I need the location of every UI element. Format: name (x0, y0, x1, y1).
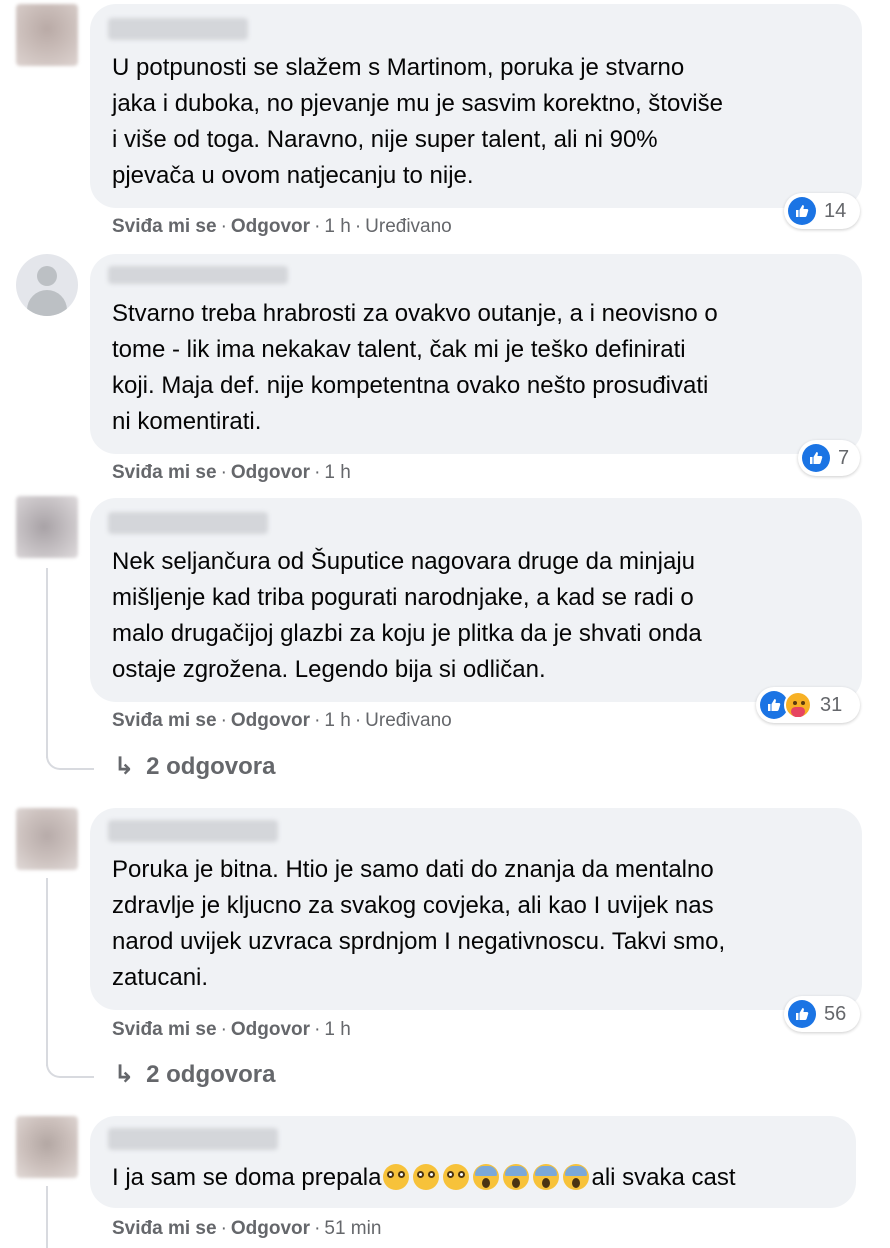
care-icon (784, 691, 812, 719)
reaction-count: 7 (838, 446, 850, 469)
like-button[interactable]: Sviđa mi se (112, 462, 217, 483)
like-button[interactable]: Sviđa mi se (112, 1218, 217, 1239)
reaction-summary[interactable]: 56 (784, 996, 860, 1032)
commenter-avatar[interactable] (16, 4, 78, 66)
commenter-avatar[interactable] (16, 808, 78, 870)
flushed-face-emoji (383, 1164, 410, 1190)
flushed-face-emoji (413, 1164, 440, 1190)
scream-emoji (473, 1164, 500, 1190)
comment-time[interactable]: 51 min (324, 1218, 381, 1239)
like-icon (788, 1000, 816, 1028)
commenter-avatar[interactable] (16, 254, 78, 316)
comment-actions: Sviđa mi se · Odgovor · 51 min (112, 1218, 382, 1239)
like-icon (802, 444, 830, 472)
replies-count-label: 2 odgovora (146, 1060, 276, 1088)
comment-text: U potpunosti se slažem s Martinom, poruk… (112, 54, 723, 189)
comment-bubble: I ja sam se doma prepala ali svaka cast (90, 1116, 856, 1208)
edited-label: Uređivano (365, 216, 452, 237)
reaction-summary[interactable]: 14 (784, 193, 860, 229)
thread-connector (46, 756, 94, 770)
comment-time[interactable]: 1 h (324, 462, 350, 483)
thread-line (46, 878, 48, 1066)
default-avatar-icon (37, 266, 57, 286)
comment-text: Nek seljančura od Šuputice nagovara drug… (112, 548, 702, 683)
commenter-name-blurred[interactable] (108, 18, 248, 40)
comment-bubble: Poruka je bitna. Htio je samo dati do zn… (90, 808, 862, 1010)
scream-emoji (503, 1164, 530, 1190)
flushed-face-emoji (443, 1164, 470, 1190)
like-button[interactable]: Sviđa mi se (112, 216, 217, 237)
commenter-avatar[interactable] (16, 1116, 78, 1178)
reply-arrow-icon: ↳ (114, 1061, 135, 1088)
reaction-count: 56 (824, 1002, 847, 1025)
comment-text: Poruka je bitna. Htio je samo dati do zn… (112, 856, 726, 991)
scream-emoji (533, 1164, 560, 1190)
comment-time[interactable]: 1 h (324, 710, 350, 731)
reaction-summary[interactable]: 31 (756, 687, 860, 723)
comment-bubble: Nek seljančura od Šuputice nagovara drug… (90, 498, 862, 702)
edited-label: Uređivano (365, 710, 452, 731)
reaction-count: 14 (824, 199, 847, 222)
replies-count-label: 2 odgovora (146, 752, 276, 780)
comment-actions: Sviđa mi se · Odgovor · 1 h (112, 462, 351, 483)
comment-time[interactable]: 1 h (324, 1019, 350, 1040)
commenter-name-blurred[interactable] (108, 1128, 278, 1150)
comment-actions: Sviđa mi se · Odgovor · 1 h (112, 1019, 351, 1040)
thread-connector (46, 1064, 94, 1078)
view-replies-link[interactable]: ↳ 2 odgovora (114, 752, 275, 781)
commenter-name-blurred[interactable] (108, 820, 278, 842)
reply-button[interactable]: Odgovor (231, 1218, 310, 1239)
like-icon (788, 197, 816, 225)
comment-bubble: Stvarno treba hrabrosti za ovakvo outanj… (90, 254, 862, 454)
thread-line (46, 1186, 48, 1248)
reply-button[interactable]: Odgovor (231, 710, 310, 731)
comment-text: I ja sam se doma prepala ali svaka cast (112, 1164, 736, 1191)
reply-button[interactable]: Odgovor (231, 1019, 310, 1040)
comment-actions: Sviđa mi se · Odgovor · 1 h · Uređivano (112, 216, 452, 237)
reply-button[interactable]: Odgovor (231, 216, 310, 237)
reaction-summary[interactable]: 7 (798, 440, 860, 476)
comment-bubble: U potpunosti se slažem s Martinom, poruk… (90, 4, 862, 208)
reply-button[interactable]: Odgovor (231, 462, 310, 483)
reaction-count: 31 (820, 693, 843, 716)
thread-line (46, 568, 48, 758)
view-replies-link[interactable]: ↳ 2 odgovora (114, 1060, 275, 1089)
scream-emoji (563, 1164, 590, 1190)
like-button[interactable]: Sviđa mi se (112, 1019, 217, 1040)
commenter-name-blurred[interactable] (108, 266, 288, 284)
reply-arrow-icon: ↳ (114, 753, 135, 780)
comment-text: Stvarno treba hrabrosti za ovakvo outanj… (112, 300, 718, 435)
commenter-name-blurred[interactable] (108, 512, 268, 534)
commenter-avatar[interactable] (16, 496, 78, 558)
comment-time[interactable]: 1 h (324, 216, 350, 237)
comment-actions: Sviđa mi se · Odgovor · 1 h · Uređivano (112, 710, 452, 731)
like-button[interactable]: Sviđa mi se (112, 710, 217, 731)
